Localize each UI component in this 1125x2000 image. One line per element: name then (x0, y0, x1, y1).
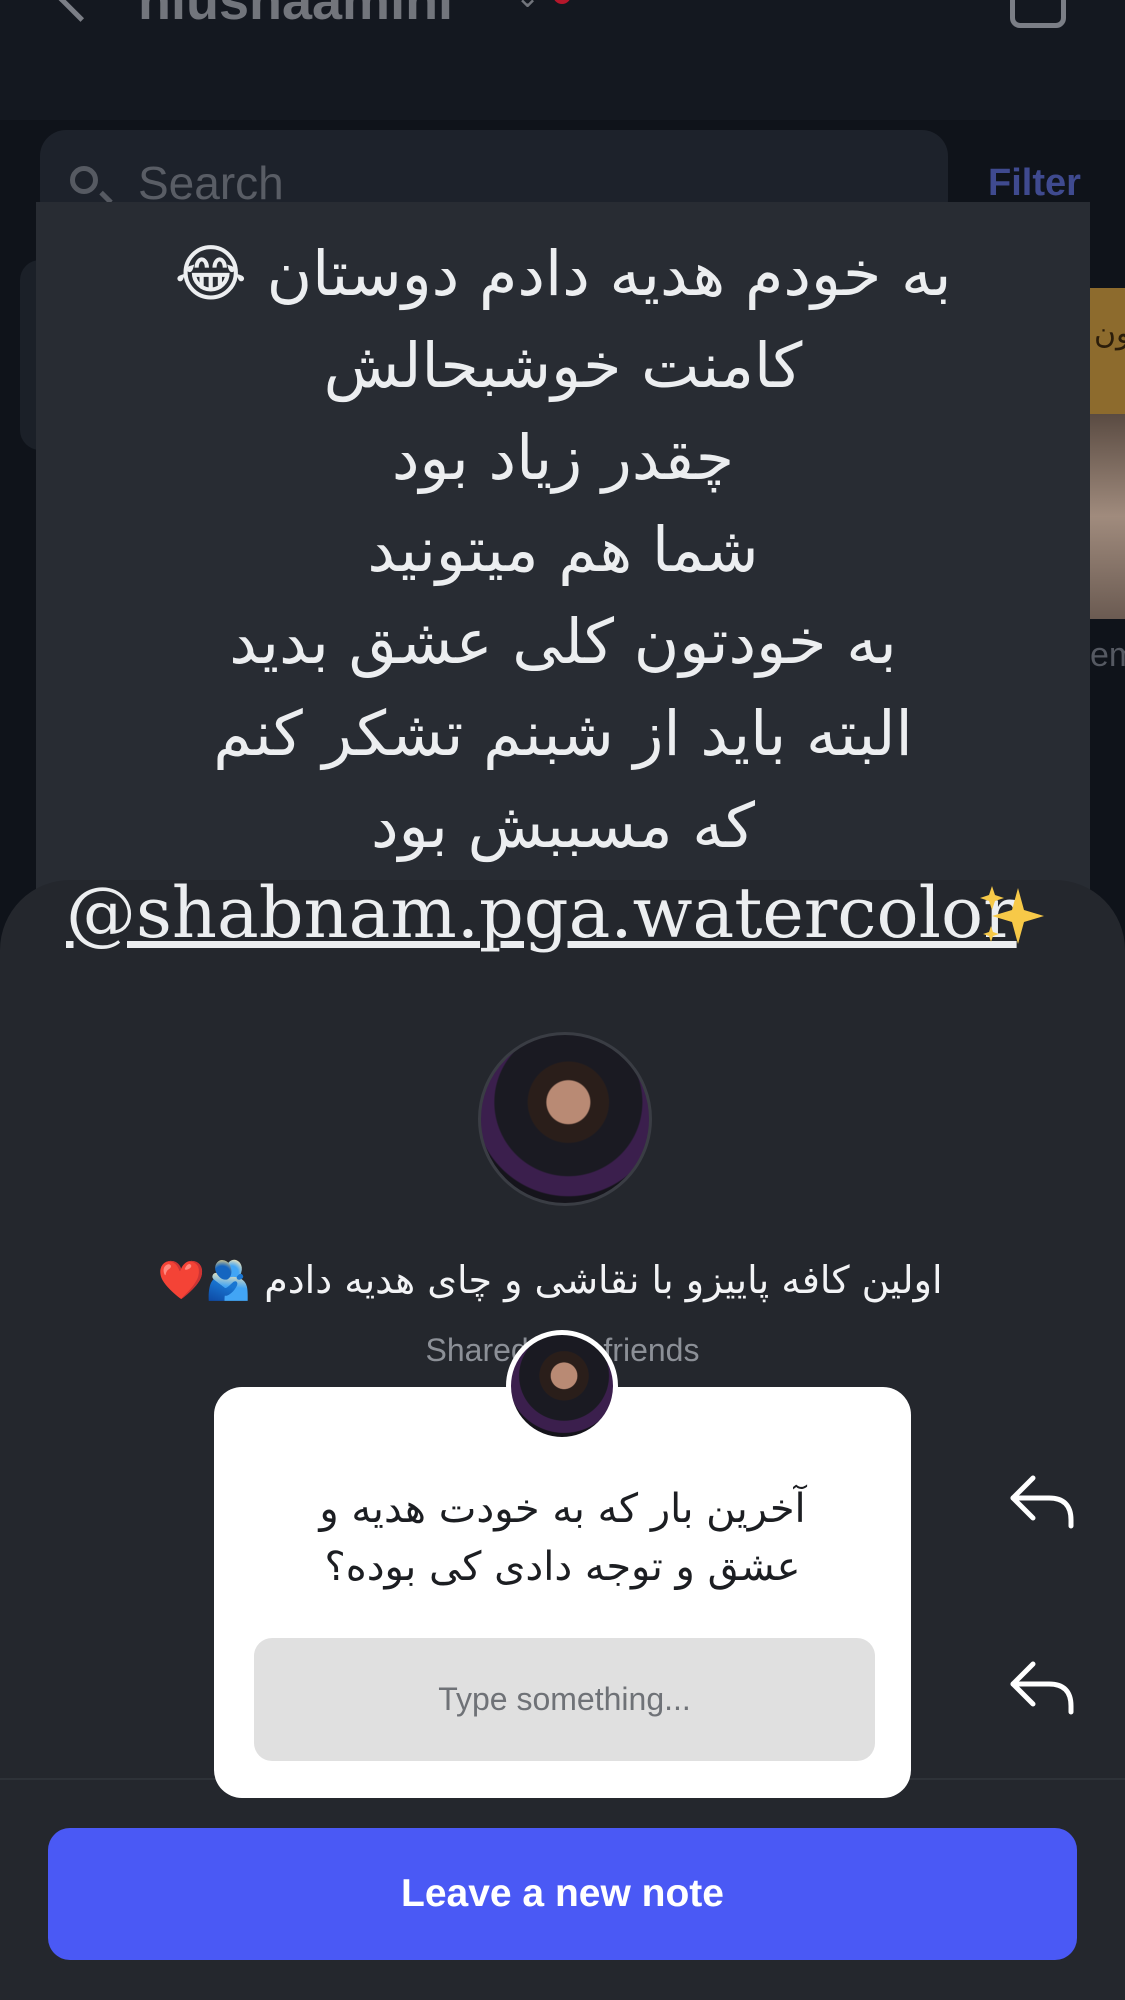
story-line: البته باید از شبنم تشکر کنم (213, 697, 913, 770)
reply-prompt-line: آخرین بار که به خودت هدیه و (319, 1486, 806, 1532)
reply-arrow-icon[interactable] (1005, 1464, 1077, 1536)
reply-input[interactable] (254, 1638, 875, 1761)
note-text: اولین کافه پاییزو با نقاشی و چای هدیه دا… (157, 1258, 943, 1302)
search-icon (70, 166, 98, 194)
story-caption: به خودم هدیه دادم دوستان 😂 کامنت خوشبحال… (36, 228, 1090, 872)
story-line: شما هم میتونید (367, 513, 759, 586)
note-thumbnail-image (1088, 414, 1125, 619)
story-line: چقدر زیاد بود (391, 421, 735, 494)
reply-card-avatar (506, 1330, 618, 1442)
leave-new-note-button[interactable]: Leave a new note (48, 1828, 1077, 1960)
story-line: که مسببش بود (370, 789, 756, 862)
mention-link[interactable]: @shabnam.pga.watercolor (66, 872, 1017, 954)
reply-prompt: آخرین بار که به خودت هدیه و عشق و توجه د… (230, 1480, 895, 1596)
reply-prompt-line: عشق و توجه دادی کی بوده؟ (324, 1544, 801, 1590)
story-line: به خودتون کلی عشق بدید (229, 605, 897, 678)
story-line: به خودم هدیه دادم دوستان 😂 (174, 237, 952, 310)
note-thumbnail: ون (1088, 288, 1125, 414)
sparkles-icon (980, 886, 1044, 944)
story-line: کامنت خوشبحالش (323, 329, 803, 402)
filter-link[interactable]: Filter (988, 162, 1081, 205)
profile-avatar[interactable] (478, 1032, 652, 1206)
chevron-down-icon[interactable]: ⌄ (515, 0, 540, 15)
thumbnail-text: ون (1094, 316, 1125, 351)
account-username[interactable]: niushaamini (138, 0, 453, 32)
compose-icon[interactable] (1010, 0, 1066, 28)
reply-arrow-icon[interactable] (1005, 1650, 1077, 1722)
background-label: em (1090, 636, 1125, 674)
